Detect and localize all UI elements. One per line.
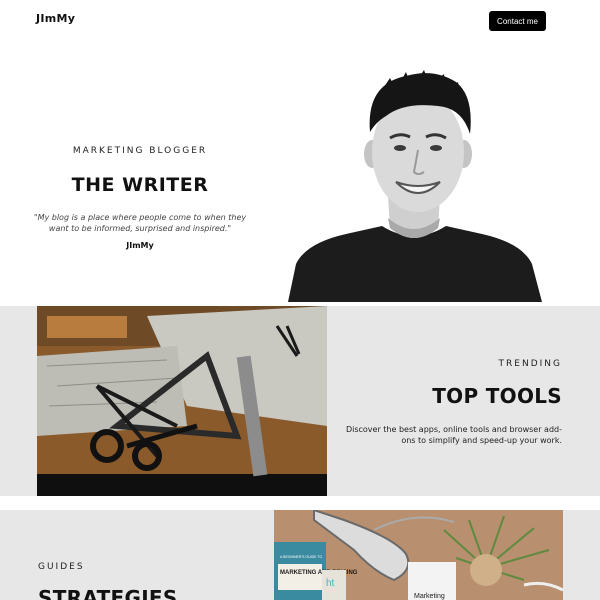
hero-section: MARKETING BLOGGER THE WRITER "My blog is… [0,40,600,302]
strategies-kicker: GUIDES [38,562,85,572]
desk-flatlay-photo[interactable]: A BEGINNER'S GUIDE TO MARKETING AND PRIC… [274,510,563,600]
tools-title[interactable]: TOP TOOLS [432,384,562,408]
book-kicker: A BEGINNER'S GUIDE TO [280,555,322,559]
hero-kicker: MARKETING BLOGGER [72,146,208,156]
strategies-section: GUIDES STRATEGIES A BEGINNER'S GUIDE TO … [0,510,600,600]
strategies-title[interactable]: STRATEGIES [38,586,178,600]
hero-title: THE WRITER [71,174,209,196]
tools-kicker: TRENDING [498,359,562,369]
site-logo[interactable]: JImMy [36,12,75,25]
hero-quote: "My blog is a place where people come to… [33,213,247,233]
paper-text: Marketing [414,593,445,600]
site-header: JImMy Contact me [0,0,600,40]
tools-section: TRENDING TOP TOOLS Discover the best app… [0,306,600,496]
contact-button[interactable]: Contact me [489,11,546,31]
book-title: MARKETING AND PRICING [280,570,358,576]
drafting-tools-photo[interactable] [37,306,327,496]
tools-description: Discover the best apps, online tools and… [345,425,562,445]
svg-text:ht: ht [326,578,335,589]
hero-author: JImMy [126,241,154,250]
portrait-photo [288,70,542,302]
